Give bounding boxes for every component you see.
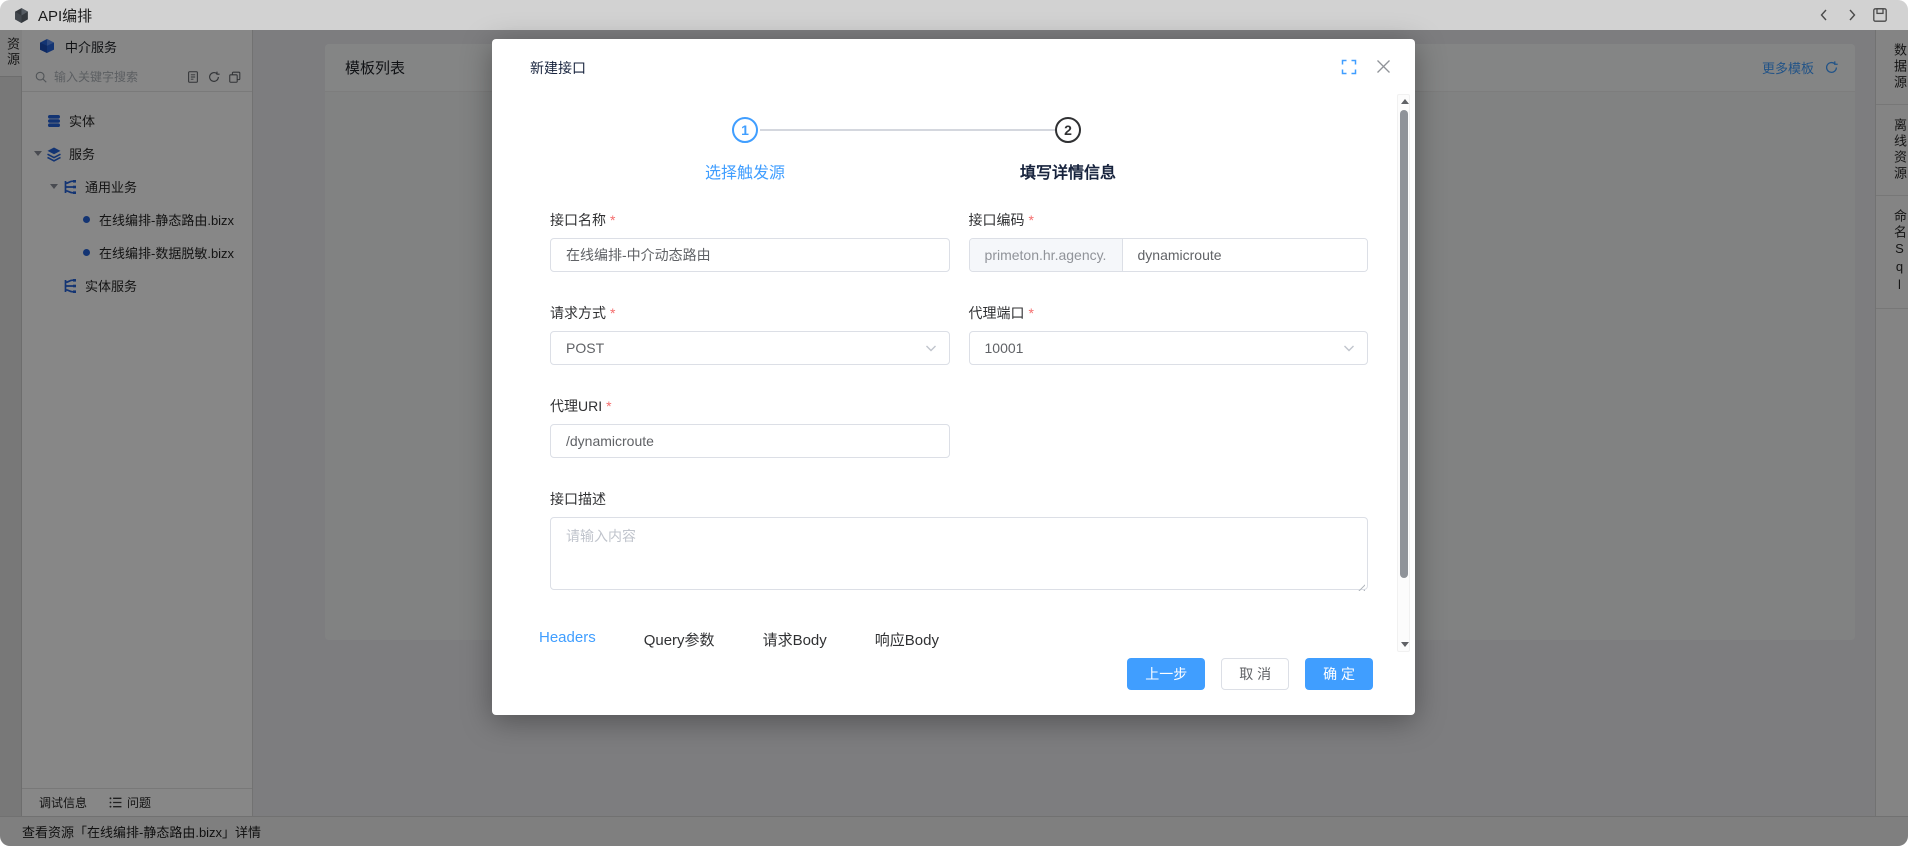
required-marker: * (610, 305, 615, 321)
step-2-indicator: 2 (1055, 117, 1081, 143)
app-title: API编排 (38, 5, 92, 26)
app-logo-icon (13, 7, 30, 24)
chevron-down-icon (924, 341, 938, 355)
tab-response-body[interactable]: 响应Body (875, 629, 939, 648)
titlebar: API编排 (0, 0, 1908, 30)
scroll-up-icon[interactable] (1401, 99, 1409, 104)
field-request-method: 请求方式* POST (550, 303, 950, 365)
scroll-down-icon[interactable] (1401, 642, 1409, 647)
field-label: 请求方式* (550, 303, 950, 323)
spacer (969, 396, 1369, 458)
scrollbar-thumb[interactable] (1400, 110, 1408, 578)
dialog-body: 1 2 选择触发源 填写详情信息 接口名称* 接口编码* primeton.hr… (492, 89, 1415, 648)
tab-headers[interactable]: Headers (539, 629, 596, 648)
interface-form: 接口名称* 接口编码* primeton.hr.agency. 请求方式* PO… (550, 210, 1368, 611)
field-proxy-uri: 代理URI* (550, 396, 950, 458)
interface-name-input[interactable] (550, 238, 950, 272)
field-label: 代理URI* (550, 396, 950, 416)
required-marker: * (610, 212, 615, 228)
field-interface-code: 接口编码* primeton.hr.agency. (969, 210, 1369, 272)
new-interface-dialog: 新建接口 1 2 选择触发源 填写详情信息 接口名称* (492, 39, 1415, 715)
confirm-button[interactable]: 确 定 (1305, 658, 1373, 690)
select-value: POST (566, 340, 604, 356)
field-label: 接口编码* (969, 210, 1369, 230)
proxy-port-select[interactable]: 10001 (969, 331, 1369, 365)
nav-forward-icon[interactable] (1844, 7, 1860, 23)
param-tabs: Headers Query参数 请求Body 响应Body (539, 629, 1368, 648)
code-prefix: primeton.hr.agency. (970, 239, 1123, 271)
required-marker: * (1029, 305, 1034, 321)
cancel-button[interactable]: 取 消 (1221, 658, 1289, 690)
required-marker: * (606, 398, 611, 414)
dialog-scrollbar[interactable] (1397, 94, 1410, 652)
step-1-label: 选择触发源 (645, 159, 845, 183)
app-window: API编排 资源 中介服务 (0, 0, 1908, 846)
field-label: 接口描述 (550, 489, 1368, 509)
field-label: 代理端口* (969, 303, 1369, 323)
description-textarea[interactable] (550, 517, 1368, 590)
nav-back-icon[interactable] (1816, 7, 1832, 23)
field-interface-name: 接口名称* (550, 210, 950, 272)
request-method-select[interactable]: POST (550, 331, 950, 365)
dialog-footer: 上一步 取 消 确 定 (492, 648, 1415, 715)
step-1-indicator: 1 (732, 117, 758, 143)
tab-request-body[interactable]: 请求Body (763, 629, 827, 648)
interface-code-input[interactable] (1123, 239, 1368, 271)
fullscreen-icon[interactable] (1341, 59, 1357, 75)
save-icon[interactable] (1872, 7, 1888, 23)
proxy-uri-input[interactable] (550, 424, 950, 458)
select-value: 10001 (985, 340, 1024, 356)
field-label: 接口名称* (550, 210, 950, 230)
step-2-label: 填写详情信息 (968, 159, 1168, 183)
stepper: 1 2 选择触发源 填写详情信息 (550, 117, 1368, 210)
tab-query-params[interactable]: Query参数 (644, 629, 715, 648)
dialog-header: 新建接口 (492, 39, 1415, 89)
required-marker: * (1029, 212, 1034, 228)
field-proxy-port: 代理端口* 10001 (969, 303, 1369, 365)
close-icon[interactable] (1376, 59, 1391, 74)
chevron-down-icon (1342, 341, 1356, 355)
step-connector (760, 129, 1055, 131)
previous-step-button[interactable]: 上一步 (1127, 658, 1205, 690)
dialog-title: 新建接口 (530, 58, 586, 78)
field-description: 接口描述 (550, 489, 1368, 595)
